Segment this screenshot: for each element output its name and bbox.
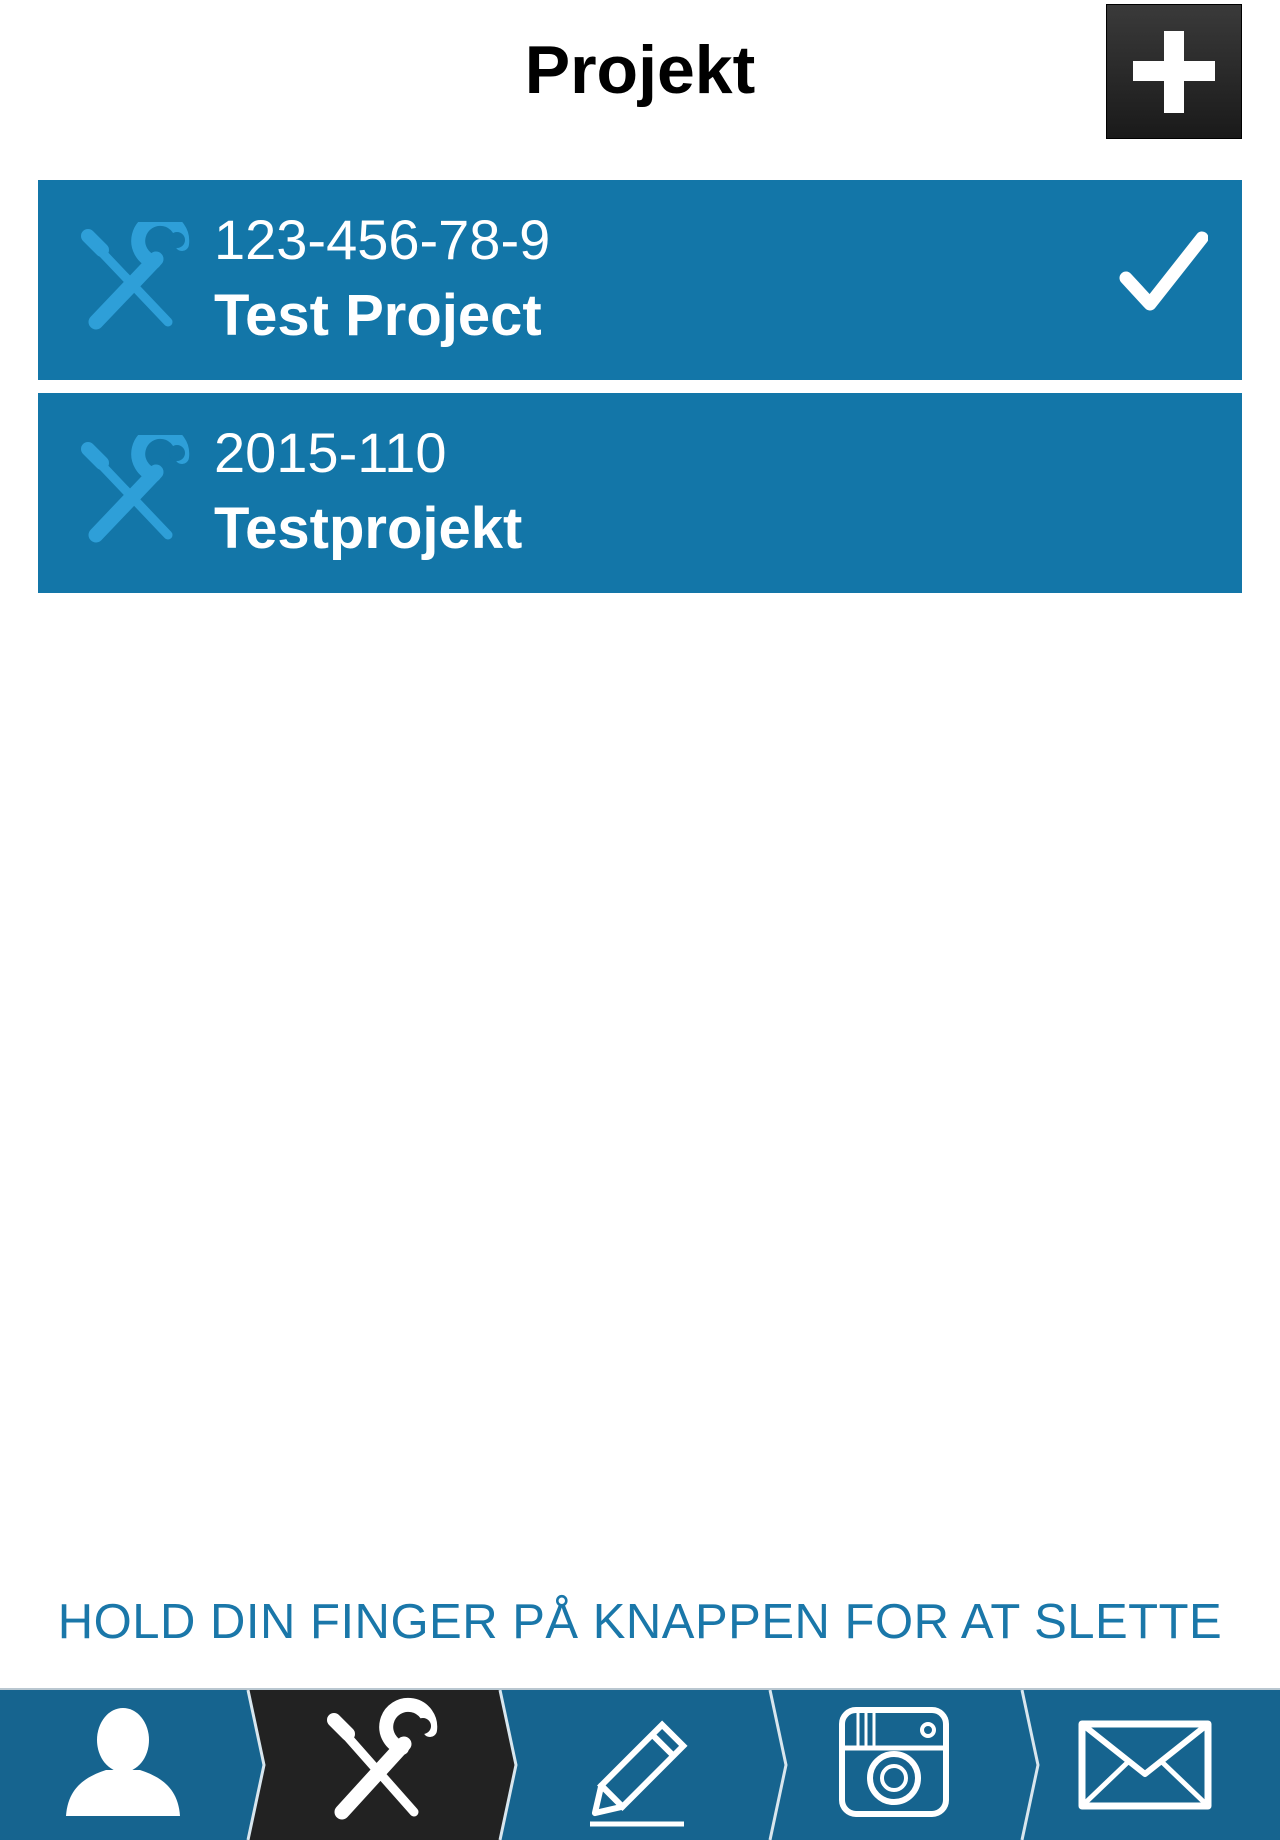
tab-mail[interactable] — [1030, 1690, 1280, 1840]
tools-icon — [81, 222, 190, 330]
project-item[interactable]: 2015-110 Testprojekt — [38, 393, 1242, 593]
project-number: 2015-110 — [214, 421, 447, 484]
tab-tools[interactable] — [256, 1690, 508, 1840]
envelope-icon — [1078, 1720, 1212, 1810]
project-list: 123-456-78-9 Test Project 2015-110 Testp… — [38, 180, 1242, 606]
plus-icon — [1133, 31, 1215, 113]
project-item[interactable]: 123-456-78-9 Test Project — [38, 180, 1242, 380]
checkmark-icon — [1119, 231, 1208, 311]
pencil-icon — [590, 1720, 688, 1827]
project-name: Test Project — [214, 283, 542, 348]
bottom-tabbar — [0, 1688, 1280, 1840]
add-project-button[interactable] — [1106, 4, 1242, 139]
tab-pencil[interactable] — [508, 1690, 778, 1840]
tools-icon — [327, 1697, 438, 1820]
project-number: 123-456-78-9 — [214, 208, 551, 271]
project-name: Testprojekt — [214, 496, 523, 561]
tools-icon — [81, 435, 190, 543]
projects-screen: Projekt 123-456-78-9 Test Project 2015-1… — [0, 0, 1280, 1840]
delete-hint: HOLD DIN FINGER PÅ KNAPPEN FOR AT SLETTE — [57, 1595, 1223, 1649]
page-title: Projekt — [524, 32, 756, 108]
tab-person[interactable] — [0, 1690, 256, 1840]
tab-camera[interactable] — [778, 1690, 1030, 1840]
camera-icon — [839, 1707, 949, 1817]
person-icon — [66, 1708, 180, 1816]
